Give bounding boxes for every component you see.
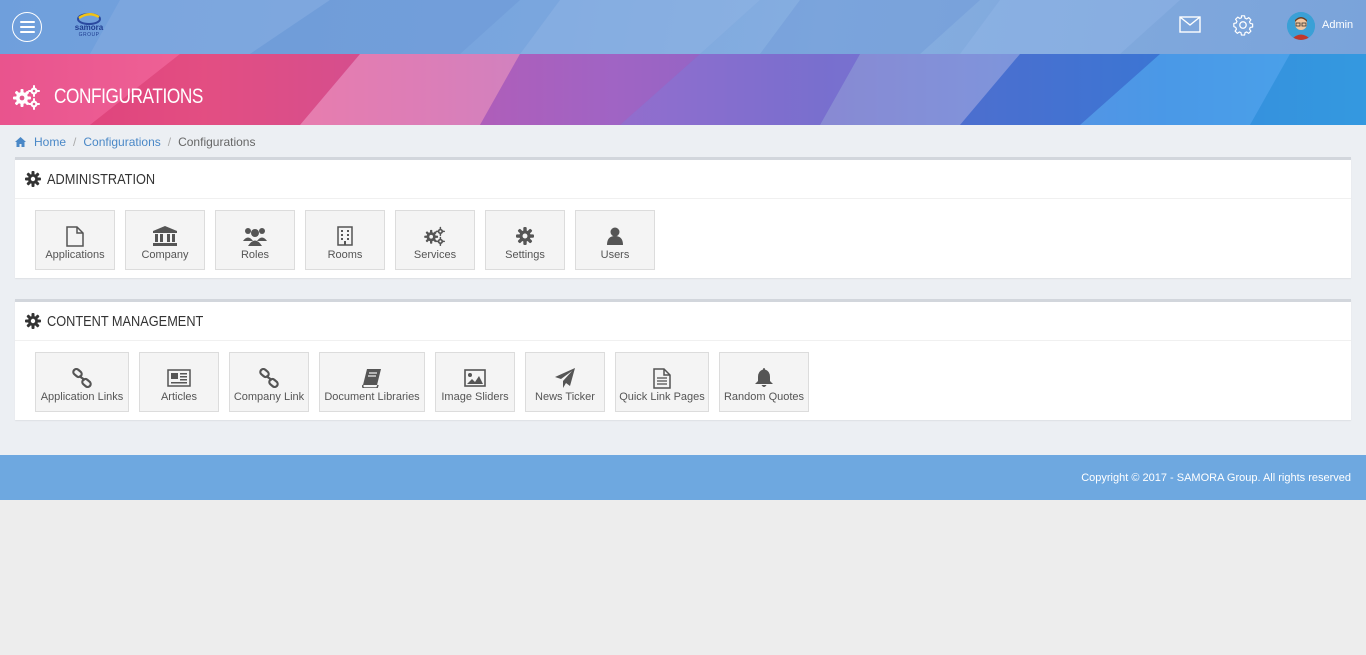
tile-applications[interactable]: Applications [35,210,115,270]
settings-gear-icon[interactable] [1232,14,1254,36]
home-icon [15,137,26,147]
hamburger-line [19,21,35,23]
tile-company[interactable]: Company [125,210,205,270]
tile-rooms[interactable]: Rooms [305,210,385,270]
hamburger-line [19,31,35,33]
tile-label: News Ticker [535,391,595,403]
administration-panel-header: Administration [15,160,1351,199]
tile-label: Articles [160,391,198,403]
tile-label: Company [141,249,189,261]
tile-label: Services [413,249,457,261]
copyright-text: Copyright © 2017 - SAMORA Group. All rig… [1081,472,1351,484]
cogs-icon [13,85,40,110]
user-icon [607,227,623,245]
tile-label: Application Links [40,391,124,403]
page-footer: Copyright © 2017 - SAMORA Group. All rig… [0,455,1366,500]
tile-users[interactable]: Users [575,210,655,270]
content-management-tiles: Application Links Articles Company Link … [35,352,809,412]
company-logo[interactable]: samora GROUP [66,11,112,41]
user-name-label[interactable]: Admin [1322,19,1353,31]
content-management-panel: Content Management Application Links Art… [15,299,1351,420]
tile-label: Settings [505,249,545,261]
user-avatar[interactable] [1287,12,1315,40]
tile-company-link[interactable]: Company Link [229,352,309,412]
tile-label: Quick Link Pages [619,391,705,403]
tile-label: Image Sliders [441,391,509,403]
breadcrumb-home-link[interactable]: Home [34,135,66,149]
administration-title: Administration [47,170,156,188]
tile-application-links[interactable]: Application Links [35,352,129,412]
paper-plane-icon [555,368,575,388]
mail-icon[interactable] [1179,16,1201,33]
tile-image-sliders[interactable]: Image Sliders [435,352,515,412]
gear-icon [25,313,41,329]
menu-toggle-button[interactable] [12,12,42,42]
tile-quick-link-pages[interactable]: Quick Link Pages [615,352,709,412]
book-icon [362,369,381,388]
avatar-person-icon [1287,12,1315,40]
tile-random-quotes[interactable]: Random Quotes [719,352,809,412]
bank-icon [153,226,177,246]
link-icon [72,368,92,388]
breadcrumb-configurations-link[interactable]: Configurations [83,135,160,149]
tile-label: Users [600,249,630,261]
newspaper-icon [167,369,191,387]
building-icon [337,226,353,246]
gear-icon [516,227,534,245]
content-management-panel-header: Content Management [15,302,1351,341]
banner-title-group: Configurations [12,84,236,110]
tile-label: Company Link [233,391,305,403]
gear-icon [25,171,41,187]
tile-settings[interactable]: Settings [485,210,565,270]
cogs-icon [424,226,445,246]
tile-document-libraries[interactable]: Document Libraries [319,352,425,412]
users-group-icon [243,228,267,246]
navbar-background-pattern [90,0,1180,54]
breadcrumb-separator: / [167,135,172,149]
tile-label: Roles [240,249,270,261]
breadcrumb-current: Configurations [178,135,256,149]
hamburger-line [19,26,35,28]
breadcrumb: Home / Configurations / Configurations [15,135,255,149]
content-management-title: Content Management [47,312,204,330]
tile-label: Applications [45,249,105,261]
tile-roles[interactable]: Roles [215,210,295,270]
image-icon [464,369,486,387]
file-text-icon [653,367,671,389]
page-header-banner: Configurations [0,54,1366,125]
tile-label: Rooms [327,249,363,261]
link-icon [259,368,279,388]
file-icon [66,225,84,247]
tile-articles[interactable]: Articles [139,352,219,412]
administration-tiles: Applications Company Roles Rooms Service… [35,210,655,270]
tile-label: Random Quotes [723,391,805,403]
top-navbar: samora GROUP Admin [0,0,1366,54]
tile-label: Document Libraries [324,391,420,403]
bell-icon [755,368,773,387]
tile-news-ticker[interactable]: News Ticker [525,352,605,412]
administration-panel: Administration Applications Company Role… [15,157,1351,278]
logo-subtext: GROUP [78,32,100,38]
tile-services[interactable]: Services [395,210,475,270]
logo-text: samora [74,23,104,32]
breadcrumb-separator: / [73,135,77,149]
page-title: Configurations [54,85,203,108]
